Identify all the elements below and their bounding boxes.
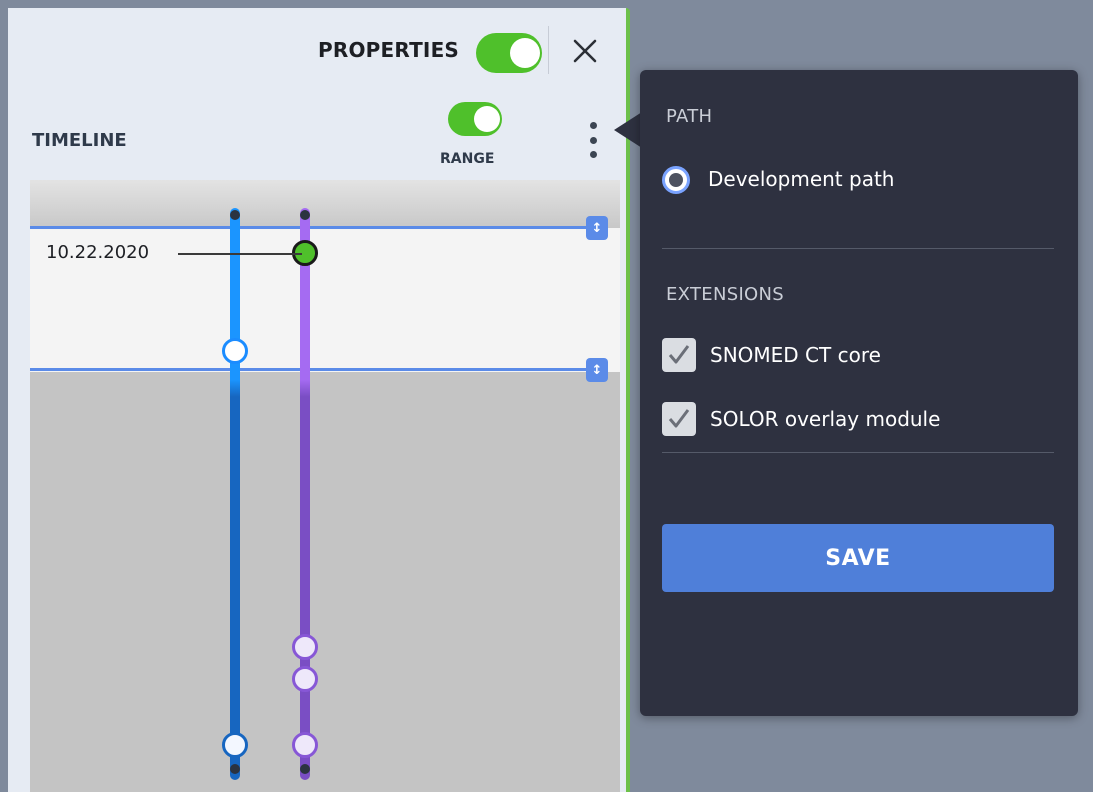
range-start-line[interactable] <box>30 226 606 229</box>
close-button[interactable] <box>568 34 602 68</box>
checkmark-icon <box>668 345 690 364</box>
track-end-cap <box>230 764 240 774</box>
snomed-checkbox[interactable] <box>662 338 696 372</box>
extensions-section-title: EXTENSIONS <box>666 284 785 305</box>
checkmark-icon <box>668 409 690 428</box>
timeline-node[interactable] <box>292 634 318 660</box>
header-divider <box>548 26 549 74</box>
timeline-node[interactable] <box>292 666 318 692</box>
track-start-cap <box>230 210 240 220</box>
blue-path-track <box>230 208 240 780</box>
timeline-title: TIMELINE <box>32 130 127 151</box>
selected-date-label: 10.22.2020 <box>46 242 150 263</box>
timeline-node[interactable] <box>222 732 248 758</box>
properties-header: PROPERTIES <box>8 8 626 90</box>
range-start-handle[interactable]: ↕ <box>586 216 608 240</box>
section-divider <box>662 248 1054 249</box>
save-button[interactable]: SAVE <box>662 524 1054 592</box>
track-start-cap <box>300 210 310 220</box>
menu-dot <box>589 136 597 144</box>
range-label: RANGE <box>440 151 495 167</box>
solor-checkbox[interactable] <box>662 402 696 436</box>
properties-title: PROPERTIES <box>318 38 460 62</box>
timeline-out-of-range-top <box>30 180 620 228</box>
timeline-node[interactable] <box>222 338 248 364</box>
properties-toggle[interactable] <box>476 33 542 73</box>
range-end-line[interactable] <box>30 368 606 371</box>
close-icon <box>573 39 597 63</box>
radio-dot <box>669 173 683 187</box>
path-section-title: PATH <box>666 106 713 127</box>
range-toggle[interactable] <box>448 102 502 136</box>
timeline-node[interactable] <box>292 732 318 758</box>
purple-path-track <box>300 208 310 780</box>
track-end-cap <box>300 764 310 774</box>
toggle-knob <box>510 38 540 68</box>
path-radio-button[interactable] <box>662 166 690 194</box>
toggle-knob <box>474 106 500 132</box>
section-divider <box>662 452 1054 453</box>
timeline-canvas[interactable]: ↕ ↕ 10.22.2020 <box>30 180 620 792</box>
path-settings-popover: PATH Development path EXTENSIONS SNOMED … <box>640 70 1078 716</box>
properties-panel: PROPERTIES TIMELINE RANGE ↕ ↕ 10.22.2020 <box>8 8 630 792</box>
range-end-handle[interactable]: ↕ <box>586 358 608 382</box>
menu-dot <box>589 151 597 158</box>
extension-label[interactable]: SNOMED CT core <box>710 343 881 367</box>
popover-arrow <box>614 112 642 148</box>
menu-dot <box>589 122 597 129</box>
extension-label[interactable]: SOLOR overlay module <box>710 407 940 431</box>
kebab-menu-icon[interactable] <box>584 120 602 160</box>
date-connector-line <box>178 253 302 255</box>
path-option-label[interactable]: Development path <box>708 167 894 191</box>
